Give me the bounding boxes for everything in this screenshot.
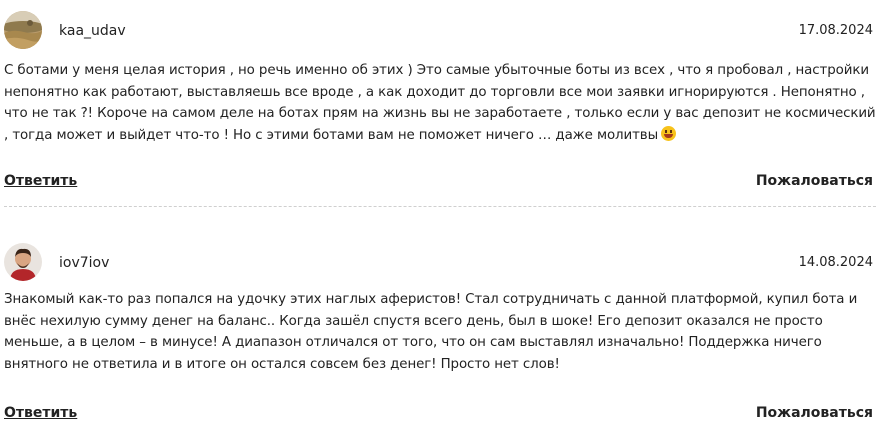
comment-text: Знакомый как-то раз попался на удочку эт… — [4, 292, 858, 372]
report-button[interactable]: Пожаловаться — [756, 405, 873, 421]
comment-date: 14.08.2024 — [798, 255, 873, 270]
avatar-photo-person-icon — [4, 243, 42, 281]
comment-item: kaa_udav 17.08.2024 С ботами у меня цела… — [0, 0, 887, 207]
avatar-photo-field-icon — [4, 11, 42, 49]
comment-text-body: С ботами у меня целая история , но речь … — [4, 63, 876, 143]
user-avatar[interactable] — [4, 243, 42, 281]
report-button[interactable]: Пожаловаться — [756, 173, 873, 189]
reply-button[interactable]: Ответить — [4, 405, 77, 421]
comment-divider — [4, 206, 876, 207]
comment-item: iov7iov 14.08.2024 Знакомый как-то раз п… — [0, 232, 887, 427]
reply-button[interactable]: Ответить — [4, 173, 77, 189]
comment-username[interactable]: iov7iov — [59, 255, 109, 271]
comment-username[interactable]: kaa_udav — [59, 23, 126, 39]
comment-text: С ботами у меня целая история , но речь … — [4, 60, 876, 146]
comment-date: 17.08.2024 — [798, 23, 873, 38]
user-avatar[interactable] — [4, 11, 42, 49]
grinning-face-emoji-icon — [661, 125, 677, 141]
